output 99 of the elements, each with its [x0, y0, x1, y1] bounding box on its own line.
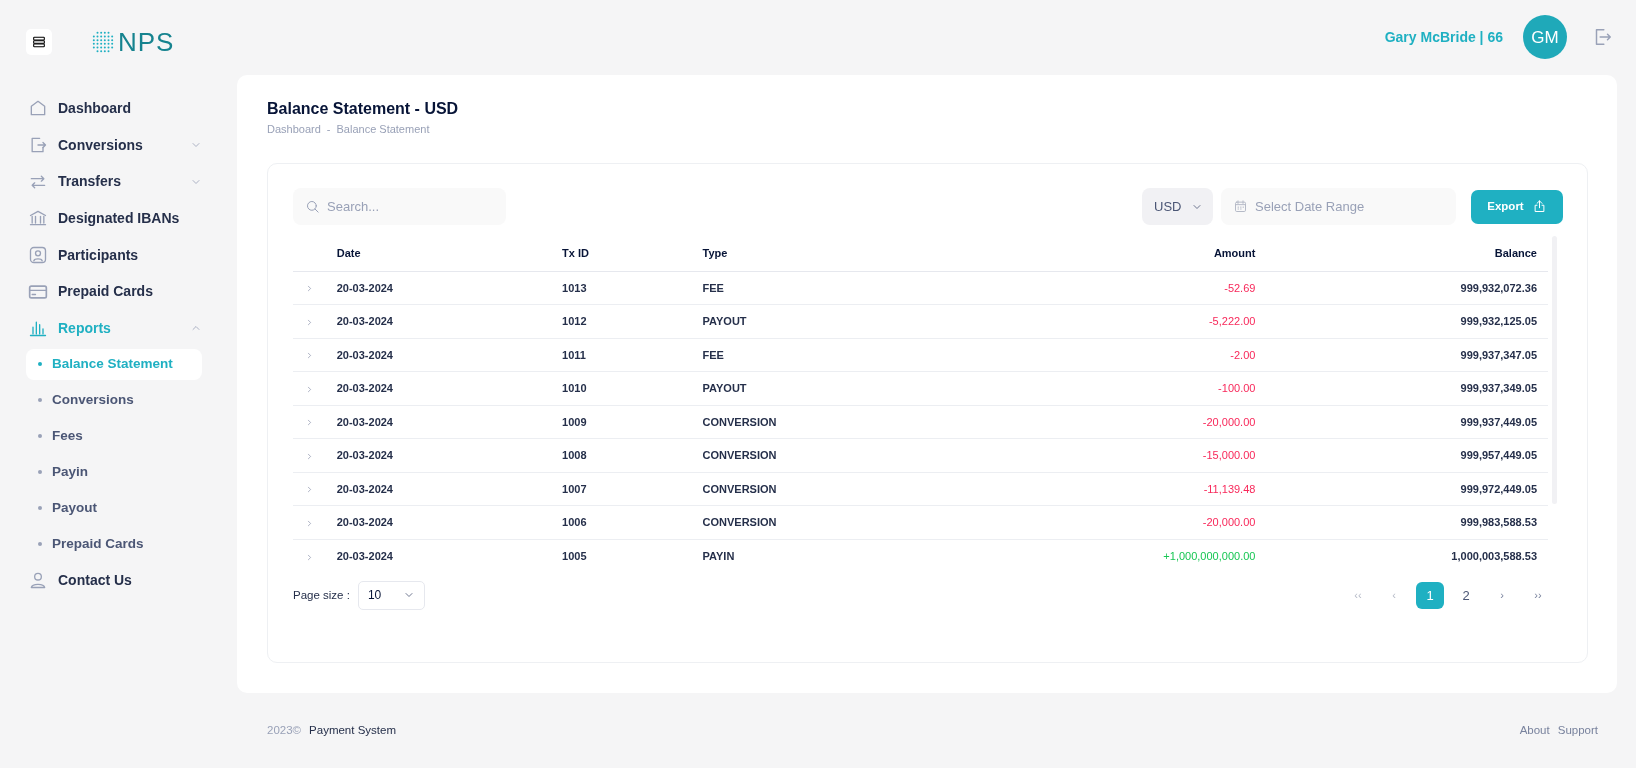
- user-name: Gary McBride | 66: [1384, 27, 1503, 47]
- table-cell: 999,932,125.05: [1265, 304, 1548, 339]
- table-cell: 20-03-2024: [335, 539, 562, 573]
- copyright-year: 2023©: [267, 723, 302, 739]
- expand-chevron-icon[interactable]: [305, 284, 314, 294]
- sidebar-item[interactable]: Prepaid Cards: [26, 273, 202, 311]
- footer-link[interactable]: About: [1519, 722, 1550, 740]
- person-icon: [28, 570, 48, 591]
- bullet-icon: [38, 433, 42, 438]
- table-cell: 20-03-2024: [335, 472, 562, 506]
- table-cell: 999,937,349.05: [1265, 371, 1548, 406]
- table-cell: 999,983,588.53: [1265, 505, 1548, 540]
- amount-cell: -100.00: [1097, 371, 1266, 406]
- expand-chevron-icon[interactable]: [305, 485, 314, 495]
- table-cell: PAYIN: [701, 539, 1098, 573]
- table-cell: 999,937,347.05: [1265, 338, 1548, 372]
- table-cell: 999,937,449.05: [1265, 405, 1548, 439]
- table-cell: 20-03-2024: [335, 405, 562, 439]
- table-cell: 1007: [561, 472, 702, 506]
- table-cell: FEE: [701, 271, 1098, 305]
- table-cell: 20-03-2024: [335, 371, 562, 406]
- bullet-icon: [38, 541, 42, 546]
- submenu-item[interactable]: Prepaid Cards: [26, 525, 202, 562]
- currency-select[interactable]: USD: [1142, 188, 1213, 226]
- bullet-icon: [38, 362, 42, 367]
- table-cell: 1012: [561, 304, 702, 339]
- company-name: Payment System: [309, 723, 396, 739]
- page-button[interactable]: 2: [1452, 581, 1480, 609]
- table-cell: 999,957,449.05: [1265, 438, 1548, 473]
- amount-cell: -5,222.00: [1097, 304, 1266, 339]
- amount-cell: -11,139.48: [1097, 472, 1266, 506]
- submenu-item[interactable]: Payout: [26, 489, 202, 526]
- column-header: Type: [701, 235, 1098, 272]
- column-header: Amount: [1097, 235, 1266, 272]
- amount-cell: -15,000.00: [1097, 438, 1266, 473]
- menu-icon: [31, 34, 47, 50]
- table-cell: 1005: [561, 539, 702, 573]
- column-header: Date: [335, 235, 562, 272]
- table-cell: 20-03-2024: [335, 271, 562, 305]
- table-cell: 999,932,072.36: [1265, 271, 1548, 305]
- upload-icon: [1531, 199, 1547, 215]
- table-cell: 1013: [561, 271, 702, 305]
- expand-chevron-icon[interactable]: [305, 384, 314, 394]
- submenu-item[interactable]: Conversions: [26, 381, 202, 418]
- logo-text: NPS: [118, 25, 175, 59]
- page-title: Balance Statement - USD: [267, 98, 460, 118]
- expand-chevron-icon[interactable]: [305, 451, 314, 461]
- date-range-field[interactable]: Select Date Range: [1221, 188, 1456, 226]
- expand-chevron-icon[interactable]: [305, 351, 314, 361]
- table-cell: 20-03-2024: [335, 438, 562, 473]
- sidebar-item[interactable]: Transfers: [26, 163, 202, 201]
- amount-cell: -20,000.00: [1097, 505, 1266, 540]
- page-size-select[interactable]: 10: [357, 580, 425, 610]
- bullet-icon: [38, 505, 42, 510]
- table-cell: 1010: [561, 371, 702, 406]
- breadcrumb-separator: -: [326, 121, 331, 137]
- table-cell: PAYOUT: [701, 371, 1098, 406]
- table-cell: 20-03-2024: [335, 304, 562, 339]
- page-nav-button[interactable]: ››: [1524, 581, 1552, 609]
- table-cell: PAYOUT: [701, 304, 1098, 339]
- table-cell: 1011: [561, 338, 702, 372]
- sidebar-item[interactable]: Dashboard: [26, 90, 202, 127]
- sidebar-item[interactable]: Conversions: [26, 126, 202, 164]
- table-cell: FEE: [701, 338, 1098, 372]
- table-cell: 1,000,003,588.53: [1265, 539, 1548, 573]
- table-cell: 20-03-2024: [335, 505, 562, 540]
- table-cell: CONVERSION: [701, 472, 1098, 506]
- page-nav-button[interactable]: ›: [1488, 581, 1516, 609]
- amount-cell: -2.00: [1097, 338, 1266, 372]
- table-cell: 999,972,449.05: [1265, 472, 1548, 506]
- menu-button[interactable]: [26, 29, 52, 55]
- sidebar-item[interactable]: Contact Us: [26, 561, 202, 599]
- submenu-item[interactable]: Payin: [26, 453, 202, 490]
- table-cell: CONVERSION: [701, 505, 1098, 540]
- table-cell: 20-03-2024: [335, 338, 562, 372]
- amount-cell: -20,000.00: [1097, 405, 1266, 439]
- expand-chevron-icon[interactable]: [305, 552, 314, 562]
- expand-chevron-icon[interactable]: [305, 317, 314, 327]
- expand-chevron-icon[interactable]: [305, 418, 314, 428]
- table-cell: 1008: [561, 438, 702, 473]
- sidebar-item[interactable]: Designated IBANs: [26, 200, 202, 237]
- table-cell: CONVERSION: [701, 405, 1098, 439]
- page-size-label: Page size :: [293, 587, 350, 603]
- footer-link[interactable]: Support: [1557, 722, 1598, 740]
- user-icon: [28, 245, 48, 266]
- amount-cell: -52.69: [1097, 271, 1266, 305]
- dotted-logo-icon: [92, 31, 114, 53]
- amount-cell: +1,000,000,000.00: [1097, 539, 1266, 573]
- bullet-icon: [38, 397, 42, 402]
- column-header: Balance: [1265, 235, 1548, 272]
- table-cell: CONVERSION: [701, 438, 1098, 473]
- sidebar-item[interactable]: Participants: [26, 236, 202, 274]
- expand-chevron-icon[interactable]: [305, 518, 314, 528]
- table-cell: 1009: [561, 405, 702, 439]
- bullet-icon: [38, 469, 42, 474]
- search-field[interactable]: Search...: [293, 188, 506, 226]
- column-header: Tx ID: [561, 235, 702, 272]
- submenu-item[interactable]: Fees: [26, 417, 202, 454]
- table-cell: 1006: [561, 505, 702, 540]
